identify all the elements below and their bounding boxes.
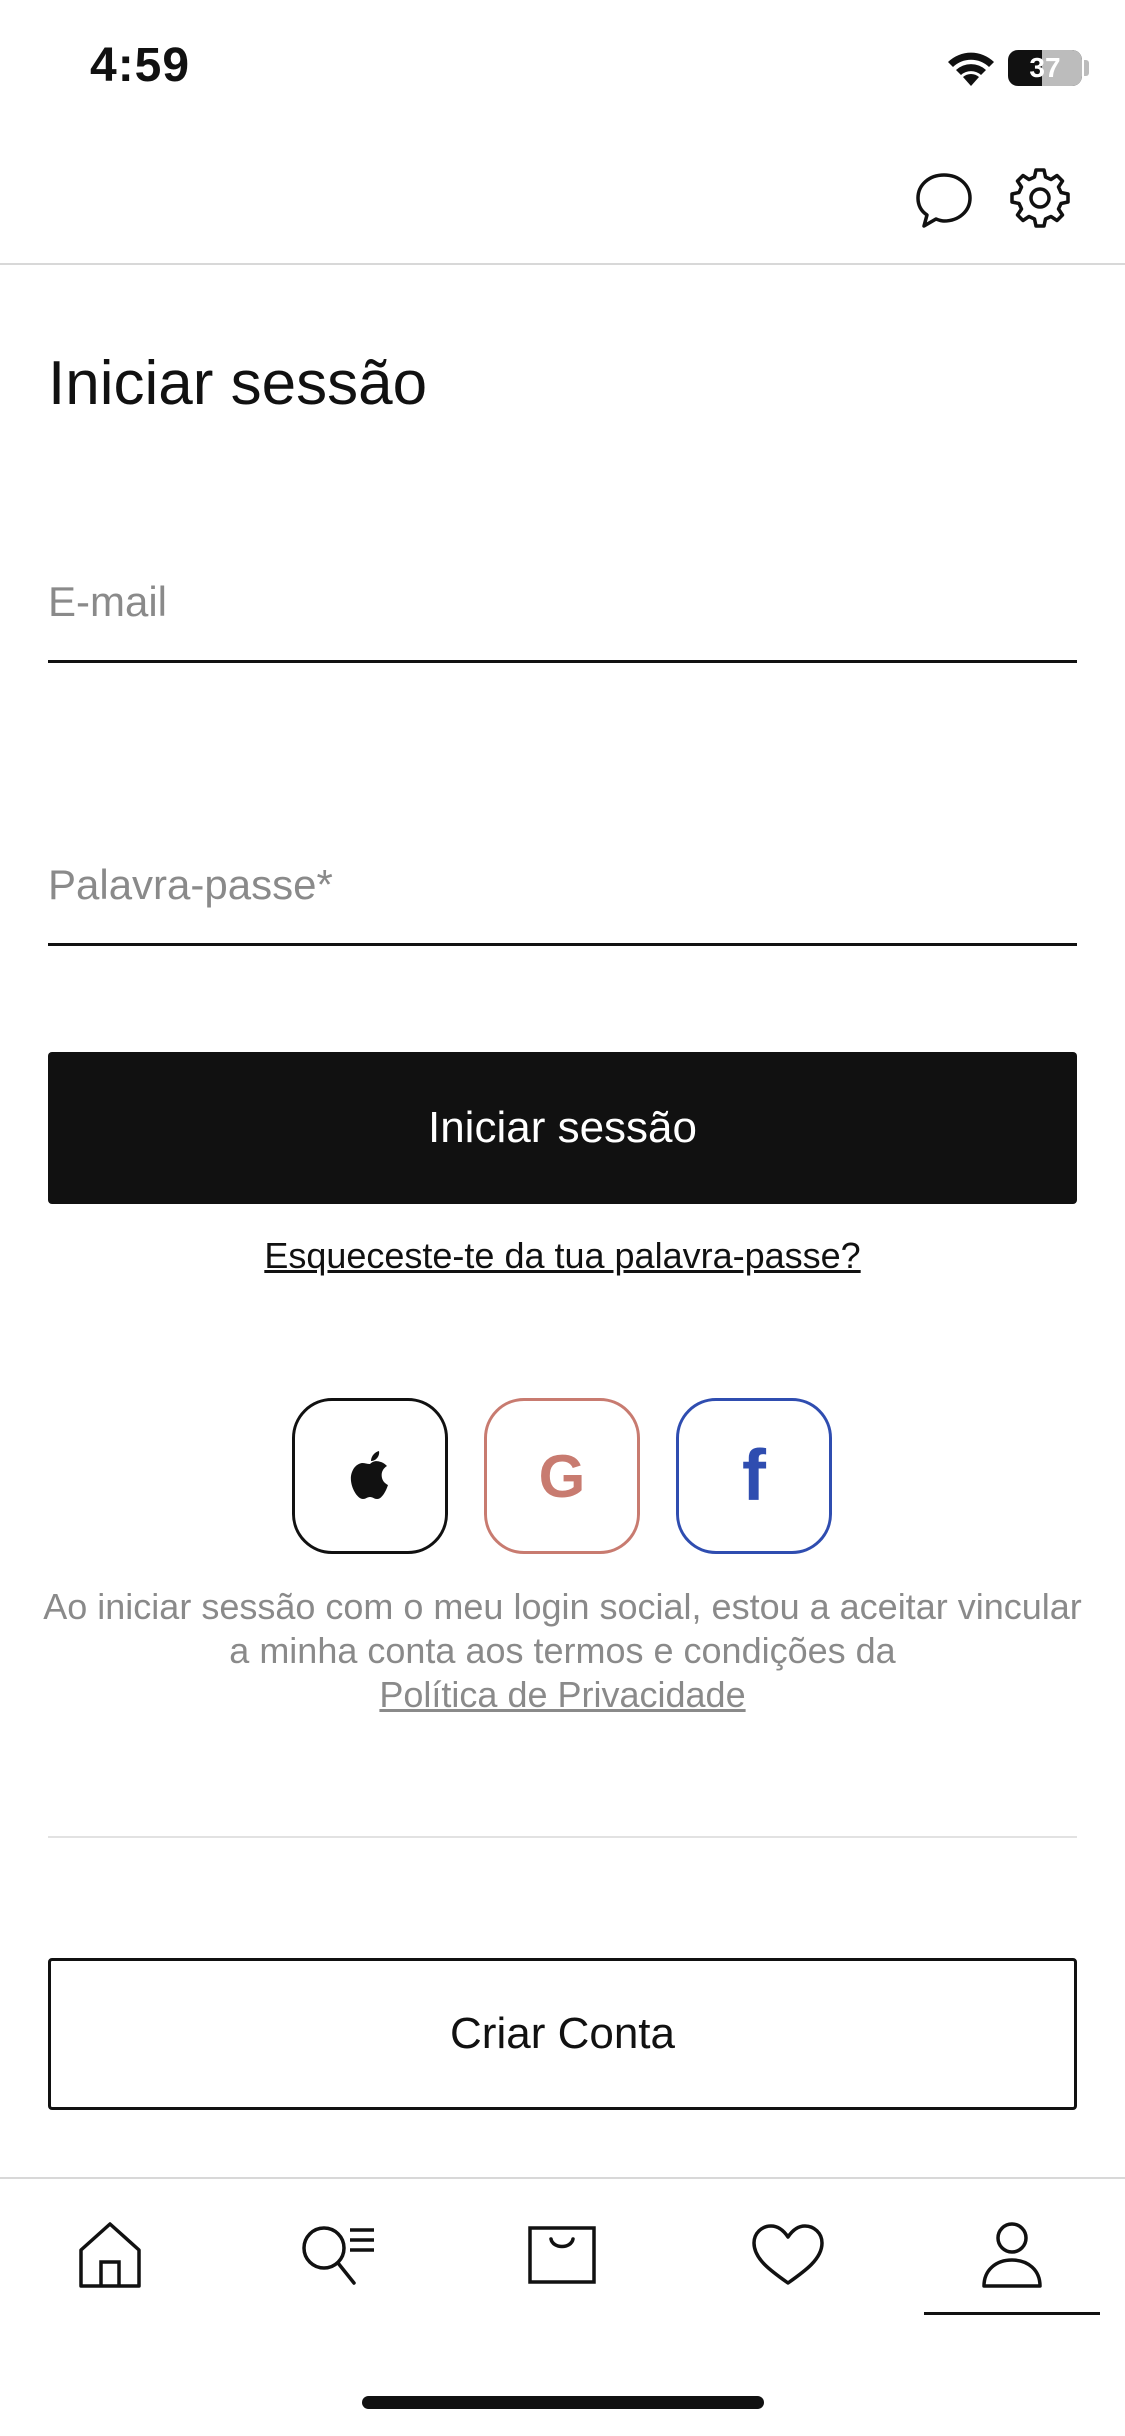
password-field-container <box>48 855 1077 946</box>
social-login-disclaimer: Ao iniciar sessão com o meu login social… <box>40 1585 1085 1717</box>
facebook-icon: f <box>742 1436 766 1516</box>
disclaimer-text: Ao iniciar sessão com o meu login social… <box>43 1586 1082 1671</box>
tab-bag[interactable] <box>482 2200 642 2310</box>
login-button-label: Iniciar sessão <box>427 1103 697 1152</box>
tab-account[interactable] <box>932 2200 1092 2310</box>
create-account-label: Criar Conta <box>450 2009 675 2058</box>
home-icon <box>79 2222 141 2288</box>
battery-level: 37 <box>1029 52 1061 83</box>
create-account-button[interactable]: Criar Conta <box>48 1958 1077 2110</box>
email-field-container <box>48 572 1077 663</box>
tab-wishlist[interactable] <box>708 2200 868 2310</box>
email-field[interactable] <box>48 572 1077 632</box>
apple-login-button[interactable] <box>292 1398 448 1554</box>
privacy-policy-link[interactable]: Política de Privacidade <box>379 1674 745 1715</box>
heart-icon <box>752 2224 824 2285</box>
apple-icon <box>350 1451 388 1499</box>
home-indicator <box>362 2396 764 2409</box>
header-divider <box>0 263 1125 265</box>
wifi-icon <box>948 52 994 86</box>
tab-search[interactable] <box>258 2200 418 2310</box>
gear-icon[interactable] <box>1010 168 1070 228</box>
battery-nub <box>1084 60 1089 76</box>
chat-bubble-icon[interactable] <box>914 170 974 230</box>
password-underline <box>48 943 1077 946</box>
facebook-login-button[interactable]: f <box>676 1398 832 1554</box>
google-icon: G <box>538 1442 586 1510</box>
forgot-password-link[interactable]: Esqueceste-te da tua palavra-passe? <box>0 1235 1125 1277</box>
active-tab-indicator <box>924 2312 1100 2315</box>
login-button[interactable]: Iniciar sessão <box>48 1052 1077 1204</box>
battery-indicator: 37 <box>1008 50 1082 86</box>
account-icon <box>982 2222 1042 2288</box>
tab-home[interactable] <box>30 2200 190 2310</box>
password-field[interactable] <box>48 855 1077 915</box>
search-icon <box>302 2226 374 2285</box>
bag-icon <box>528 2226 596 2284</box>
email-underline <box>48 660 1077 663</box>
status-time: 4:59 <box>90 39 191 92</box>
section-divider <box>48 1836 1077 1838</box>
page-title: Iniciar sessão <box>48 349 428 418</box>
google-login-button[interactable]: G <box>484 1398 640 1554</box>
tab-bar-divider <box>0 2177 1125 2179</box>
